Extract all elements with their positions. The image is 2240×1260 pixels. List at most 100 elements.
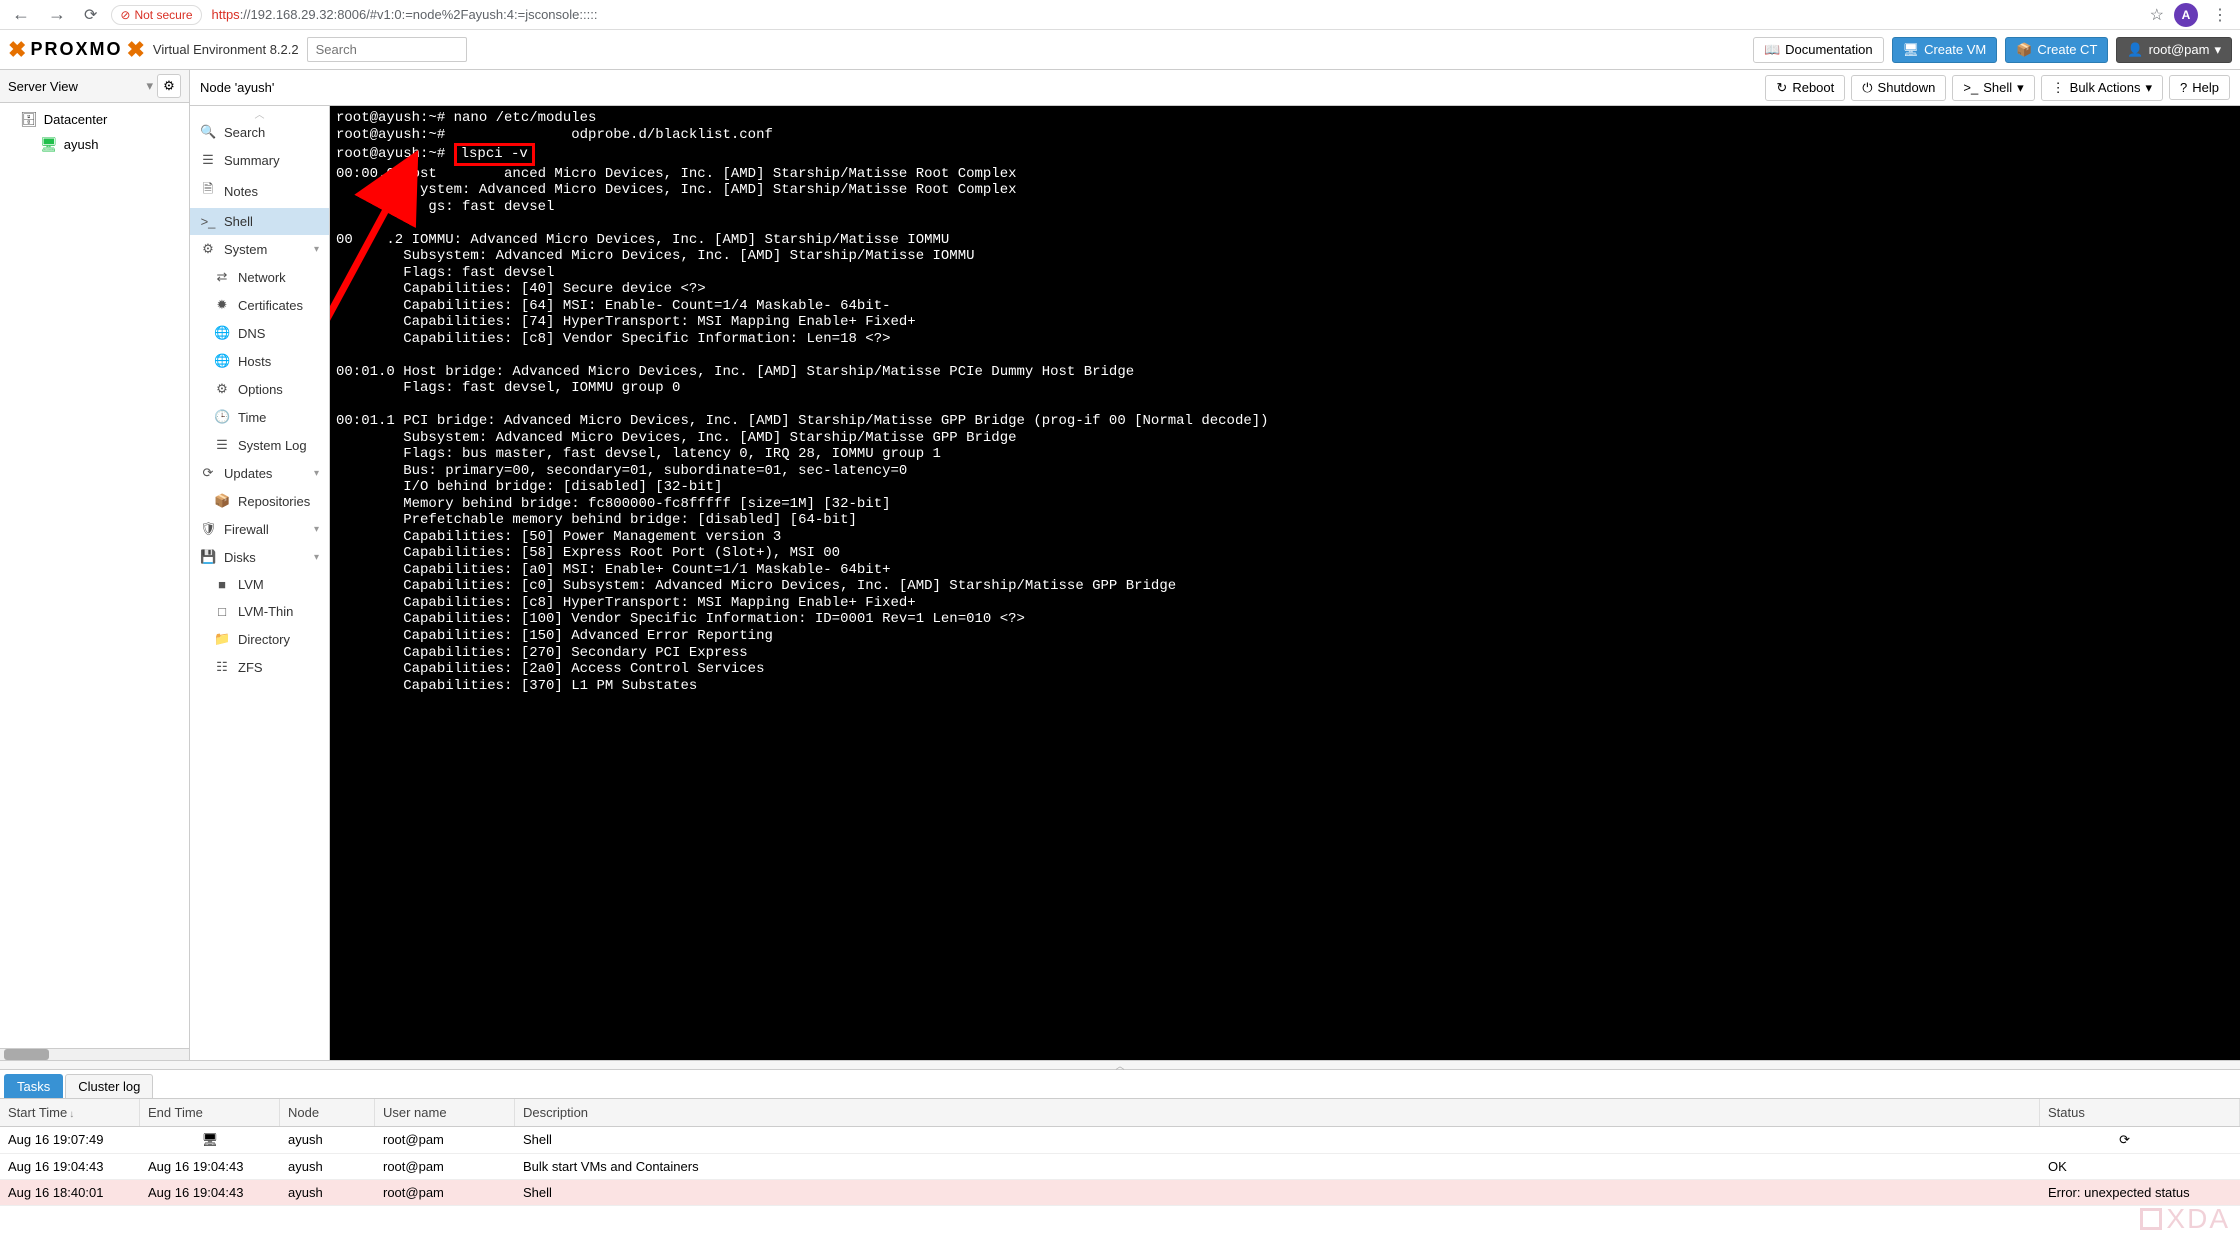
nav-directory[interactable]: 📁Directory [190, 625, 329, 653]
user-menu-button[interactable]: 👤root@pam ▾ [2116, 37, 2232, 63]
tree-label: ayush [64, 137, 99, 152]
address-bar[interactable]: https://192.168.29.32:8006/#v1:0:=node%2… [212, 7, 2140, 22]
shell-terminal[interactable]: root@ayush:~# nano /etc/modules root@ayu… [330, 106, 2240, 1060]
nav-dns[interactable]: 🌐DNS [190, 319, 329, 347]
help-button[interactable]: ?Help [2169, 75, 2230, 100]
logo-x-icon: ✖ [126, 37, 144, 63]
security-badge[interactable]: ⊘ Not secure [111, 5, 201, 25]
chevron-down-icon: ▾ [314, 244, 319, 255]
task-row[interactable]: Aug 16 18:40:01Aug 16 19:04:43ayushroot@… [0, 1180, 2240, 1206]
chevron-down-icon: ▾ [314, 468, 319, 479]
browser-toolbar: ← → ⟳ ⊘ Not secure https://192.168.29.32… [0, 0, 2240, 30]
square-outline-icon: □ [214, 604, 230, 619]
menu-icon[interactable]: ⋮ [2208, 5, 2232, 25]
col-start-time[interactable]: Start Time↓ [0, 1099, 140, 1126]
menu-icon: ⋮ [2052, 80, 2065, 96]
nav-firewall[interactable]: 🛡Firewall▾ [190, 515, 329, 543]
content-toolbar: Node 'ayush' ↻Reboot ⏻Shutdown >_Shell ▾… [190, 70, 2240, 106]
task-row[interactable]: Aug 16 19:07:49🖥ayushroot@pamShell⟳ [0, 1127, 2240, 1154]
url-protocol: https [212, 7, 240, 22]
scroll-up-indicator: ︿ [190, 106, 329, 118]
user-icon: 👤 [2127, 42, 2143, 58]
horizontal-scrollbar[interactable] [0, 1048, 189, 1060]
monitor-icon: 🖥 [1903, 42, 1920, 58]
nav-search[interactable]: 🔍Search [190, 118, 329, 146]
version-label: Virtual Environment 8.2.2 [153, 42, 299, 57]
cube-icon: 📦 [214, 493, 230, 509]
reload-button[interactable]: ⟳ [80, 5, 101, 25]
nav-repositories[interactable]: 📦Repositories [190, 487, 329, 515]
view-selector[interactable]: Server View ▾ ⚙ [0, 70, 189, 103]
nav-lvm-thin[interactable]: □LVM-Thin [190, 598, 329, 625]
page-title: Node 'ayush' [200, 80, 274, 95]
cube-icon: 📦 [2016, 42, 2032, 58]
back-button[interactable]: ← [8, 4, 34, 25]
create-ct-button[interactable]: 📦Create CT [2005, 37, 2108, 63]
gear-icon: ⚙ [163, 78, 175, 94]
nav-time[interactable]: 🕒Time [190, 403, 329, 431]
nav-certificates[interactable]: ✹Certificates [190, 291, 329, 319]
terminal-icon: >_ [200, 214, 216, 229]
server-icon: 🗄 [20, 111, 38, 128]
logo-text: PROXMO [30, 39, 122, 60]
warning-icon: ⊘ [120, 8, 130, 22]
gear-icon: ⚙ [214, 381, 230, 397]
proxmox-logo[interactable]: ✖ PROXMO ✖ [8, 37, 145, 63]
col-node[interactable]: Node [280, 1099, 375, 1126]
panel-resize-handle[interactable]: ︿ [0, 1060, 2240, 1070]
gear-button[interactable]: ⚙ [157, 74, 181, 98]
view-selector-label: Server View [8, 79, 142, 94]
bulk-actions-button[interactable]: ⋮ Bulk Actions ▾ [2041, 75, 2163, 101]
node-icon: 🖥 [40, 136, 58, 153]
col-user[interactable]: User name [375, 1099, 515, 1126]
sort-down-icon: ↓ [69, 1109, 74, 1120]
terminal-line: odprobe.d/blacklist.conf [571, 127, 773, 143]
nav-lvm[interactable]: ■LVM [190, 571, 329, 598]
bookmark-icon[interactable]: ☆ [2150, 5, 2164, 25]
highlighted-command: lspci -v [454, 143, 535, 166]
profile-avatar[interactable]: A [2174, 3, 2198, 27]
square-icon: ■ [214, 577, 230, 592]
col-end-time[interactable]: End Time [140, 1099, 280, 1126]
tab-cluster-log[interactable]: Cluster log [65, 1074, 153, 1098]
documentation-button[interactable]: 📖Documentation [1753, 37, 1884, 63]
forward-button[interactable]: → [44, 4, 70, 25]
shutdown-button[interactable]: ⏻Shutdown [1851, 75, 1946, 101]
create-vm-button[interactable]: 🖥Create VM [1892, 37, 1998, 63]
nav-hosts[interactable]: 🌐Hosts [190, 347, 329, 375]
notes-icon: 🗎 [200, 180, 216, 202]
tab-tasks[interactable]: Tasks [4, 1074, 63, 1098]
search-input[interactable] [307, 37, 467, 62]
chevron-down-icon: ▾ [314, 552, 319, 563]
refresh-icon: ⟳ [200, 465, 216, 481]
nav-summary[interactable]: ☰Summary [190, 146, 329, 174]
chevron-down-icon: ▾ [146, 78, 153, 94]
nav-network[interactable]: ⇄Network [190, 263, 329, 291]
header-search[interactable] [307, 37, 467, 62]
terminal-icon: >_ [1963, 80, 1978, 95]
chevron-down-icon: ▾ [314, 524, 319, 535]
reboot-button[interactable]: ↻Reboot [1765, 75, 1845, 101]
nav-updates[interactable]: ⟳Updates▾ [190, 459, 329, 487]
book-icon: 📖 [1764, 42, 1780, 58]
tree-datacenter[interactable]: 🗄 Datacenter [0, 107, 189, 132]
resource-tree-panel: Server View ▾ ⚙ 🗄 Datacenter 🖥 ayush [0, 70, 190, 1060]
nav-notes[interactable]: 🗎Notes [190, 174, 329, 208]
nav-system[interactable]: ⚙System▾ [190, 235, 329, 263]
shell-dropdown-button[interactable]: >_Shell ▾ [1952, 75, 2034, 101]
nav-zfs[interactable]: ☷ZFS [190, 653, 329, 681]
task-row[interactable]: Aug 16 19:04:43Aug 16 19:04:43ayushroot@… [0, 1154, 2240, 1180]
globe-icon: 🌐 [214, 353, 230, 369]
nav-shell[interactable]: >_Shell [190, 208, 329, 235]
chevron-down-icon: ▾ [2145, 80, 2152, 96]
col-status[interactable]: Status [2040, 1099, 2240, 1126]
nav-options[interactable]: ⚙Options [190, 375, 329, 403]
network-icon: ⇄ [214, 269, 230, 285]
chevron-down-icon: ▾ [2017, 80, 2024, 96]
nav-system-log[interactable]: ☰System Log [190, 431, 329, 459]
col-description[interactable]: Description [515, 1099, 2040, 1126]
nav-disks[interactable]: 💾Disks▾ [190, 543, 329, 571]
tree-node-ayush[interactable]: 🖥 ayush [0, 132, 189, 157]
terminal-line: root@ayush:~# [336, 127, 445, 143]
reboot-icon: ↻ [1776, 80, 1787, 96]
